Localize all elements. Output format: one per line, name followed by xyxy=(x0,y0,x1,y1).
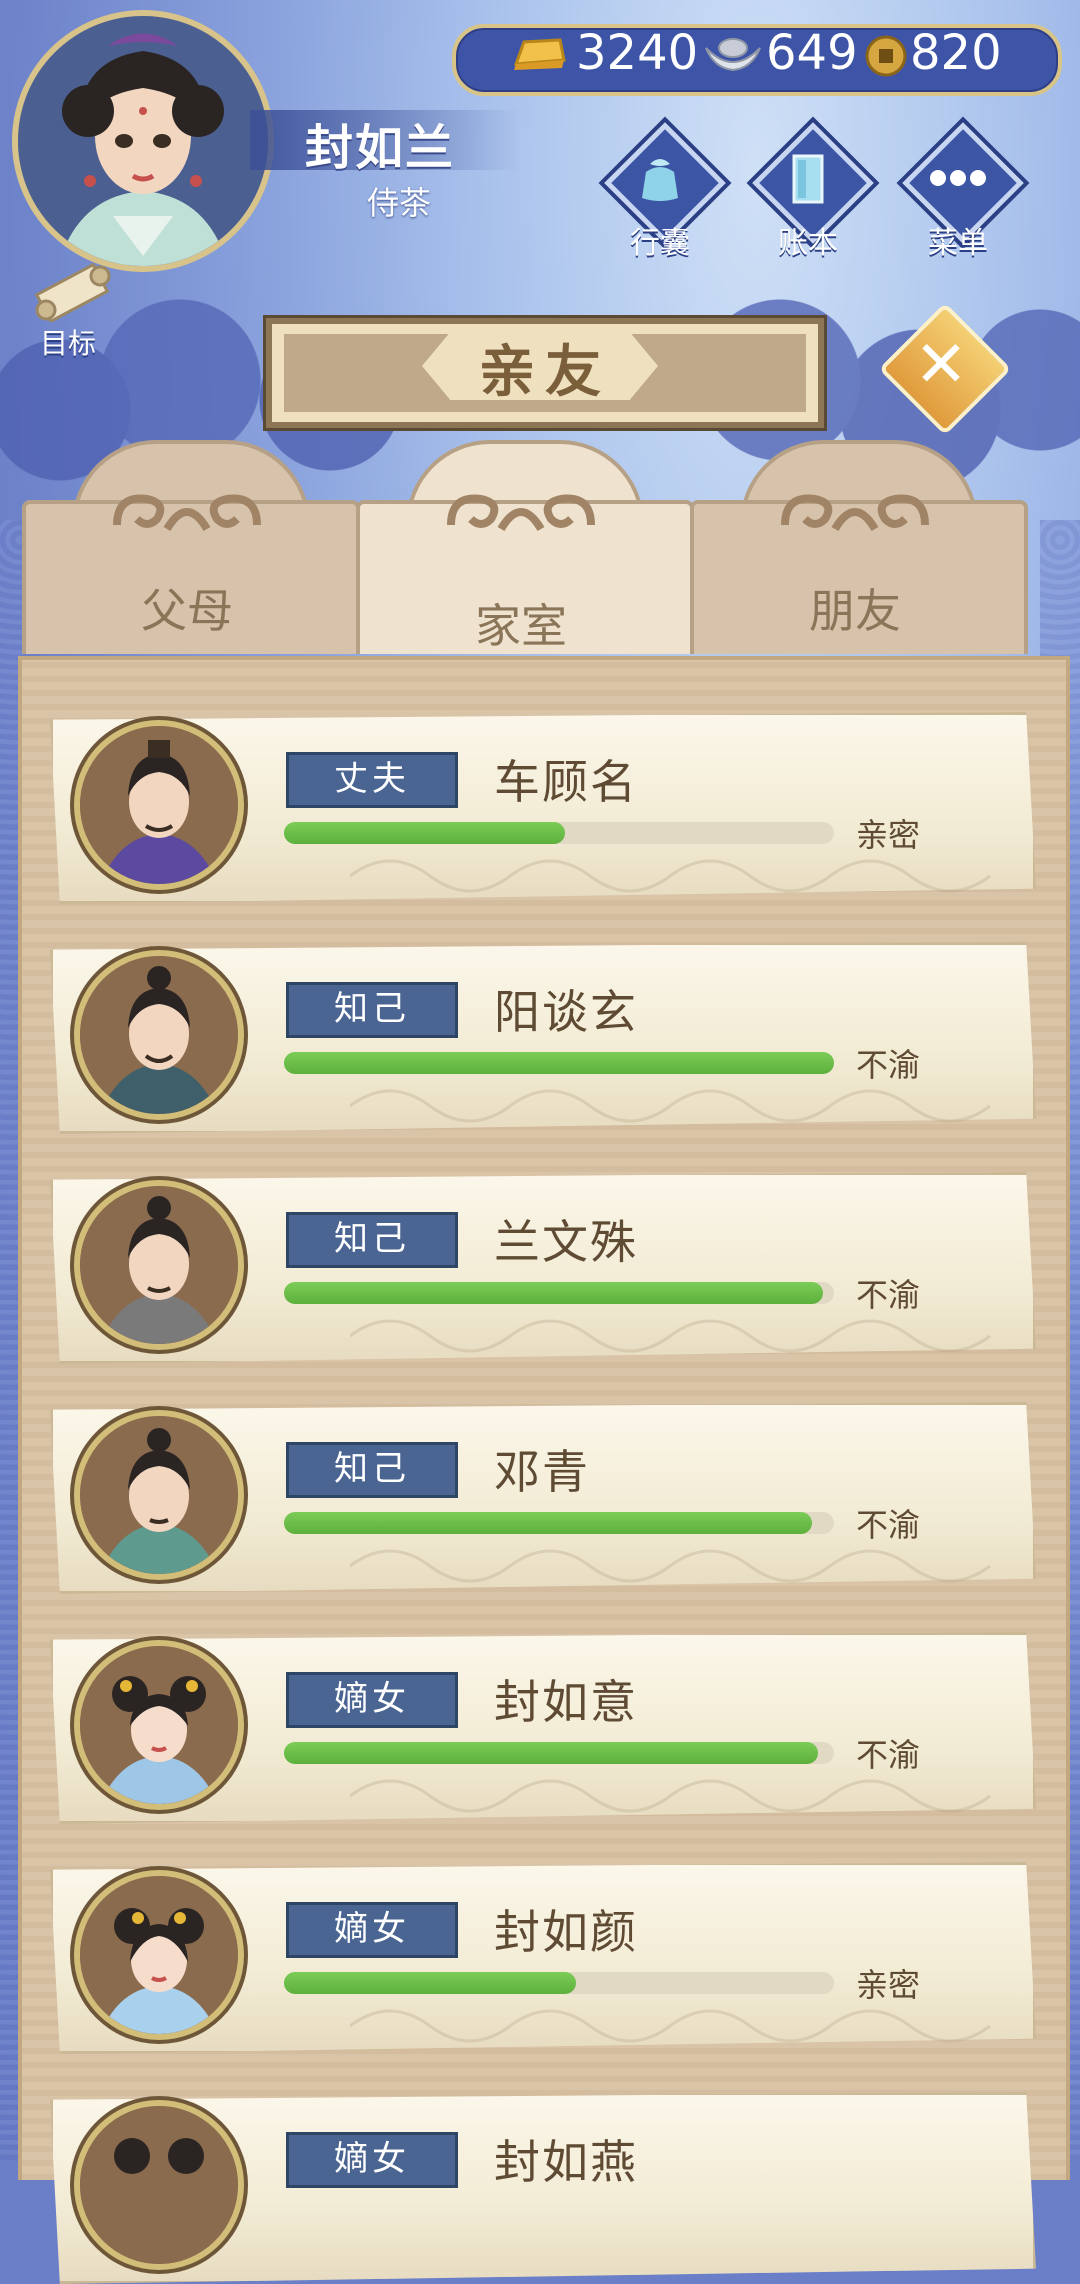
bag-button[interactable]: 行囊 xyxy=(600,122,726,261)
intimacy-bar xyxy=(284,1052,834,1074)
relation-tag: 嫡女 xyxy=(286,2132,458,2188)
player-title: 侍茶 xyxy=(367,184,432,222)
relation-row[interactable]: 丈夫 车顾名 亲密 xyxy=(50,706,1036,904)
intimacy-bar xyxy=(284,1282,834,1304)
menu-button[interactable]: 菜单 xyxy=(898,122,1024,261)
tab-friends[interactable]: 朋友 xyxy=(690,440,1028,654)
cloud-swirl-icon xyxy=(781,494,929,532)
relation-tag: 嫡女 xyxy=(286,1672,458,1728)
relation-tag: 丈夫 xyxy=(286,752,458,808)
character-name: 车顾名 xyxy=(494,755,638,809)
book-icon xyxy=(792,154,824,204)
character-portrait-icon xyxy=(74,2100,244,2270)
scroll-icon xyxy=(34,262,111,322)
intimacy-status: 亲密 xyxy=(856,816,921,854)
coin-amount: 820 xyxy=(910,25,1002,81)
silver-ingot-icon xyxy=(705,38,761,72)
ledger-button[interactable]: 账本 xyxy=(748,122,874,261)
title-banner: 亲友 xyxy=(266,318,824,428)
intimacy-status: 亲密 xyxy=(856,1966,921,2004)
cloud-swirl-icon xyxy=(113,494,261,532)
character-name: 兰文殊 xyxy=(494,1215,638,1269)
character-name: 封如意 xyxy=(494,1675,638,1729)
relation-row[interactable]: 知己 兰文殊 不渝 xyxy=(50,1166,1036,1364)
relation-tag: 知己 xyxy=(286,1442,458,1498)
intimacy-bar xyxy=(284,822,834,844)
relation-tag: 嫡女 xyxy=(286,1902,458,1958)
relation-tag: 知己 xyxy=(286,982,458,1038)
tab-parents-label: 父母 xyxy=(141,584,233,638)
intimacy-bar-fill xyxy=(284,822,565,844)
character-portrait-icon xyxy=(74,1640,244,1810)
relation-row[interactable]: 知己 阳谈玄 不渝 xyxy=(50,936,1036,1134)
gold-amount: 3240 xyxy=(576,25,699,81)
bag-label: 行囊 xyxy=(630,226,690,261)
cloud-swirl-icon xyxy=(447,494,595,532)
tab-parents[interactable]: 父母 xyxy=(22,440,360,654)
player-portrait-icon xyxy=(18,16,268,266)
intimacy-bar-fill xyxy=(284,1742,818,1764)
character-portrait-icon xyxy=(74,1180,244,1350)
character-portrait-icon xyxy=(74,950,244,1120)
character-portrait-icon xyxy=(74,1410,244,1580)
player-avatar[interactable] xyxy=(12,10,274,272)
intimacy-status: 不渝 xyxy=(856,1736,921,1774)
intimacy-status: 不渝 xyxy=(856,1506,921,1544)
intimacy-bar xyxy=(284,1742,834,1764)
relation-row[interactable]: 嫡女 封如意 不渝 xyxy=(50,1626,1036,1824)
character-name: 邓青 xyxy=(494,1445,590,1499)
intimacy-bar-fill xyxy=(284,1052,834,1074)
goal-button[interactable]: 目标 xyxy=(18,260,128,360)
intimacy-status: 不渝 xyxy=(856,1046,921,1084)
intimacy-bar-fill xyxy=(284,1512,812,1534)
ledger-label: 账本 xyxy=(778,226,838,261)
close-button[interactable]: ✕ xyxy=(878,302,1012,436)
relation-row[interactable]: 嫡女 封如颜 亲密 xyxy=(50,1856,1036,2054)
ellipsis-icon xyxy=(930,170,986,186)
relation-row[interactable]: 知己 邓青 不渝 xyxy=(50,1396,1036,1594)
close-icon: ✕ xyxy=(914,328,968,402)
silver-amount: 649 xyxy=(766,25,858,81)
character-portrait-icon xyxy=(74,1870,244,2040)
tab-family-label: 家室 xyxy=(475,599,567,653)
relation-row[interactable]: 嫡女 封如燕 xyxy=(50,2086,1036,2284)
gold-ingot-icon xyxy=(513,38,566,70)
character-name: 封如颜 xyxy=(494,1905,638,1959)
copper-coin-icon xyxy=(865,35,907,77)
intimacy-bar xyxy=(284,1512,834,1534)
menu-label: 菜单 xyxy=(928,226,988,261)
character-name: 封如燕 xyxy=(494,2135,638,2189)
character-name: 阳谈玄 xyxy=(494,985,638,1039)
page-title: 亲友 xyxy=(479,340,611,405)
goal-label: 目标 xyxy=(39,327,96,360)
intimacy-status: 不渝 xyxy=(856,1276,921,1314)
intimacy-bar-fill xyxy=(284,1972,576,1994)
intimacy-bar-fill xyxy=(284,1282,823,1304)
pouch-icon xyxy=(642,159,678,201)
player-name: 封如兰 xyxy=(305,120,456,176)
tab-friends-label: 朋友 xyxy=(809,584,901,638)
intimacy-bar xyxy=(284,1972,834,1994)
character-portrait-icon xyxy=(74,720,244,890)
relation-tag: 知己 xyxy=(286,1212,458,1268)
tab-family[interactable]: 家室 xyxy=(356,440,694,654)
